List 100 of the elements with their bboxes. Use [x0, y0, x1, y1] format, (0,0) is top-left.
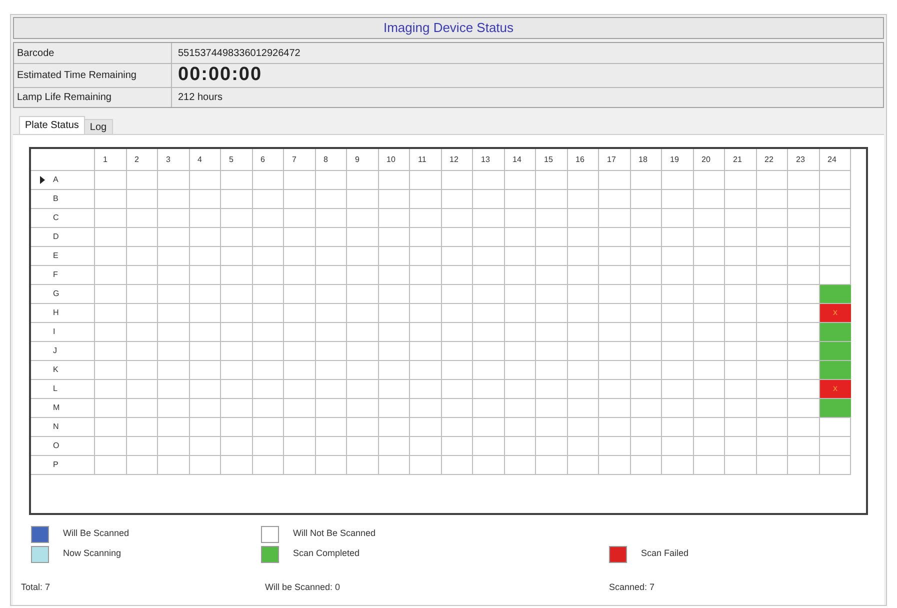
plate-well — [316, 380, 347, 399]
plate-well — [221, 437, 252, 456]
plate-well — [630, 342, 662, 361]
plate-well — [378, 323, 410, 342]
plate-well — [252, 285, 284, 304]
plate-well — [694, 285, 725, 304]
row-header: N — [53, 421, 59, 433]
plate-well — [252, 247, 284, 266]
field-value: 5515374498336012926472 — [177, 46, 302, 60]
plate-well — [473, 190, 504, 209]
plate-well — [630, 171, 662, 190]
plate-well — [126, 209, 158, 228]
plate-well — [347, 418, 378, 437]
plate-well — [221, 247, 252, 266]
plate-well — [473, 323, 504, 342]
plate-well — [316, 361, 347, 380]
plate-well — [442, 342, 473, 361]
plate-well — [284, 437, 316, 456]
plate-well — [284, 247, 316, 266]
plate-well — [599, 323, 630, 342]
plate-well — [158, 228, 190, 247]
plate-well — [158, 266, 190, 285]
tab[interactable]: Plate Status — [19, 116, 85, 134]
plate-well — [378, 399, 410, 418]
plate-well — [410, 285, 442, 304]
plate-well — [504, 399, 536, 418]
plate-well — [378, 456, 410, 475]
plate-well — [126, 228, 158, 247]
plate-well — [568, 304, 599, 323]
plate-well — [756, 304, 788, 323]
plate-well — [504, 361, 536, 380]
plate-well — [190, 456, 221, 475]
plate-well — [126, 437, 158, 456]
plate-well — [221, 323, 252, 342]
plate-well — [347, 190, 378, 209]
plate-well — [536, 285, 568, 304]
plate-well — [378, 266, 410, 285]
plate-well — [599, 456, 630, 475]
tab[interactable]: Log — [84, 119, 113, 134]
plate-well — [725, 437, 756, 456]
plate-well — [599, 418, 630, 437]
plate-well — [284, 228, 316, 247]
plate-well — [756, 285, 788, 304]
plate-well — [126, 380, 158, 399]
plate-well — [473, 437, 504, 456]
row-header: L — [53, 383, 58, 395]
legend-label: Scan Completed — [293, 547, 360, 560]
plate-well — [347, 285, 378, 304]
plate-well — [221, 380, 252, 399]
plate-well — [316, 418, 347, 437]
row-header: C — [53, 212, 59, 224]
plate-well — [536, 190, 568, 209]
field-label: Estimated Time Remaining — [14, 64, 172, 87]
plate-well — [252, 209, 284, 228]
plate-well — [158, 247, 190, 266]
plate-well — [252, 190, 284, 209]
plate-well — [284, 209, 316, 228]
plate-well — [410, 228, 442, 247]
plate-well — [599, 437, 630, 456]
plate-well — [725, 228, 756, 247]
plate-well — [442, 190, 473, 209]
plate-well — [378, 171, 410, 190]
plate-well — [190, 342, 221, 361]
row-header: A — [53, 174, 58, 186]
plate-well — [316, 209, 347, 228]
plate-well — [630, 190, 662, 209]
plate-well — [284, 323, 316, 342]
plate-well — [126, 342, 158, 361]
plate-well — [473, 171, 504, 190]
total-count: Scanned: 7 — [609, 582, 655, 592]
plate-well — [316, 323, 347, 342]
plate-well — [126, 304, 158, 323]
plate-well — [820, 190, 851, 209]
plate-well — [504, 285, 536, 304]
plate-well — [662, 399, 694, 418]
row-header: P — [53, 459, 58, 471]
plate-well — [504, 209, 536, 228]
plate-well — [788, 361, 820, 380]
plate-well — [410, 437, 442, 456]
plate-well — [820, 209, 851, 228]
plate-well — [473, 266, 504, 285]
plate-well — [725, 456, 756, 475]
plate-well — [378, 437, 410, 456]
plate-well — [694, 437, 725, 456]
plate-well — [158, 399, 190, 418]
plate-well — [694, 228, 725, 247]
plate-well — [820, 266, 851, 285]
plate-well — [662, 266, 694, 285]
row-header: O — [53, 440, 60, 452]
plate-well — [536, 209, 568, 228]
plate-well — [221, 304, 252, 323]
plate-well — [221, 399, 252, 418]
plate-well — [788, 247, 820, 266]
plate-well — [347, 228, 378, 247]
plate-well — [694, 361, 725, 380]
plate-well — [442, 285, 473, 304]
plate-well — [568, 228, 599, 247]
plate-well — [504, 247, 536, 266]
plate-well — [221, 266, 252, 285]
plate-well — [473, 380, 504, 399]
